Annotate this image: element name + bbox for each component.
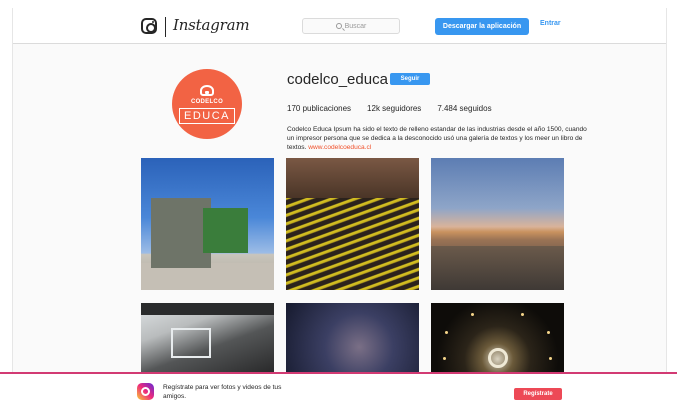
signup-banner: Regístrate para ver fotos y videos de tu…: [0, 372, 677, 404]
grid-photo-industrial-silo[interactable]: [141, 158, 274, 290]
codelco-logo-icon: [200, 84, 214, 96]
grid-photo-machinery[interactable]: [286, 303, 419, 383]
signup-button[interactable]: Regístrate: [514, 388, 562, 400]
download-app-button[interactable]: Descargar la aplicación: [435, 18, 529, 35]
grid-photo-desert-landscape[interactable]: [431, 158, 564, 290]
profile-bio: Codelco Educa Ipsum ha sido el texto de …: [287, 125, 587, 153]
grid-photo-truck-cabin[interactable]: [141, 303, 274, 383]
instagram-app-icon: [137, 383, 154, 400]
grid-photo-smelter-rails[interactable]: [286, 158, 419, 290]
avatar-brand-text: CODELCO: [190, 98, 224, 105]
grid-photo-tunnel[interactable]: [431, 303, 564, 383]
followers-count[interactable]: 12k seguidores: [367, 104, 421, 113]
profile-stats: 170 publicaciones 12k seguidores 7.484 s…: [287, 104, 492, 113]
search-input[interactable]: Buscar: [302, 18, 400, 34]
avatar-subbrand-text: EDUCA: [178, 107, 235, 124]
top-navigation-bar: Instagram Buscar Descargar la aplicación…: [13, 8, 666, 44]
posts-count[interactable]: 170 publicaciones: [287, 104, 351, 113]
instagram-wordmark[interactable]: Instagram: [173, 16, 250, 34]
profile-avatar[interactable]: CODELCO EDUCA: [172, 69, 242, 139]
signup-prompt-text: Regístrate para ver fotos y videos de tu…: [163, 384, 282, 400]
search-placeholder: Buscar: [344, 22, 367, 30]
follow-button[interactable]: Seguir: [390, 73, 430, 85]
bio-link[interactable]: www.codelcoeduca.cl: [308, 144, 371, 151]
instagram-camera-icon[interactable]: [141, 18, 157, 34]
login-link[interactable]: Entrar: [540, 20, 561, 27]
browser-viewport: Instagram Buscar Descargar la aplicación…: [12, 8, 667, 404]
logo-divider: [165, 17, 166, 37]
search-icon: [335, 23, 342, 29]
profile-username: codelco_educa: [287, 71, 388, 88]
following-count[interactable]: 7.484 seguidos: [437, 104, 491, 113]
